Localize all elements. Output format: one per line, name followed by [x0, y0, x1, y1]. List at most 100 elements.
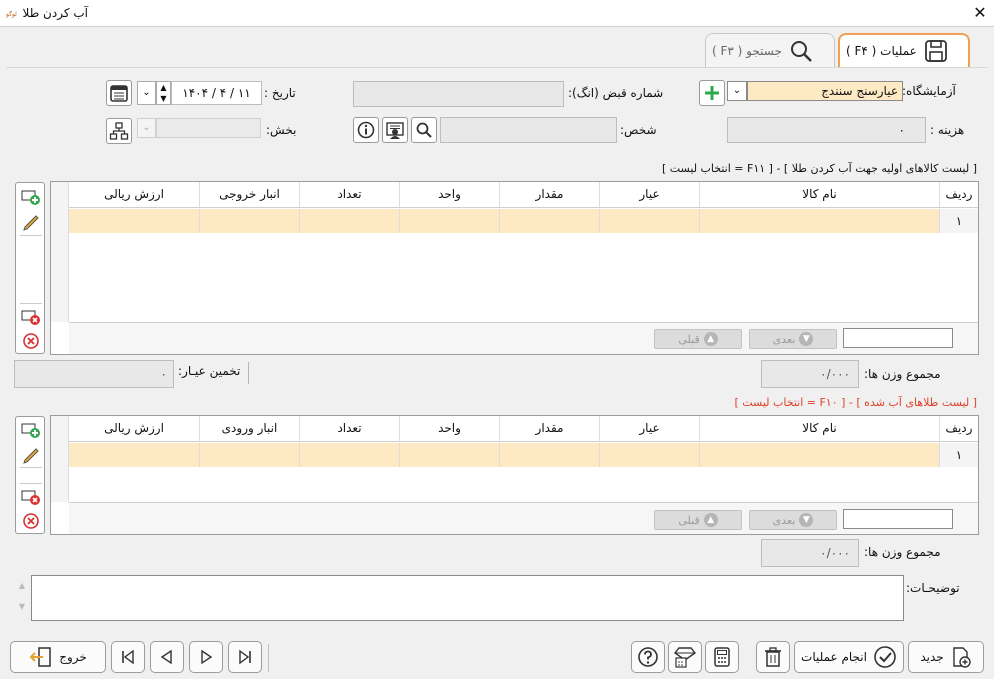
notes-textarea[interactable] [31, 575, 904, 621]
person-field[interactable] [440, 117, 617, 143]
lab-dropdown-chevron-icon[interactable]: ⌄ [727, 81, 747, 101]
arrow-up-icon: ▲ [703, 513, 718, 527]
arrow-down-icon: ▼ [799, 513, 814, 527]
info-icon [357, 121, 375, 139]
plus-icon [705, 86, 719, 100]
grid2-toolbar [15, 416, 45, 534]
exit-button[interactable]: خروج [10, 641, 106, 673]
person-label: شخص: [620, 123, 657, 137]
magnifier-icon [416, 122, 432, 138]
skip-first-icon [122, 649, 134, 665]
section-field[interactable] [156, 118, 261, 138]
delete-button[interactable] [756, 641, 790, 673]
receipt-field[interactable] [353, 81, 564, 107]
grid1-add-row-icon[interactable] [21, 187, 41, 207]
grid1-clear-icon[interactable] [21, 331, 41, 351]
grid2-search-input[interactable] [843, 509, 953, 529]
grid2-col-amount: مقدار [499, 416, 599, 441]
exit-door-icon [29, 647, 51, 667]
grid2-total-weight-field: ۰/۰۰۰ [761, 539, 859, 567]
grid1-table[interactable]: ردیف نام کالا عیار مقدار واحد تعداد انبا… [50, 181, 979, 355]
date-field[interactable]: ۱۱ / ۴ / ۱۴۰۴ [171, 81, 262, 105]
notes-scrollbar[interactable]: ▲ ▼ [14, 575, 30, 621]
grid2-col-warehouse: انبار ورودی [199, 416, 299, 441]
grid1-col-karat: عیار [599, 182, 699, 207]
grid1-next-button[interactable]: ▼ بعدی [749, 329, 837, 349]
table-row[interactable]: ۱ [69, 443, 978, 467]
grid2-col-product: نام کالا [699, 416, 939, 441]
section-dropdown-chevron-icon[interactable]: ⌄ [137, 118, 156, 138]
date-label: تاریخ : [264, 86, 296, 100]
grid1-delete-row-icon[interactable] [21, 307, 41, 327]
first-record-button[interactable] [111, 641, 145, 673]
tab-search-label: جستجو ( F۳ ) [712, 43, 782, 58]
org-chart-icon [109, 122, 129, 140]
grid2-add-row-icon[interactable] [21, 420, 41, 440]
person-card-button[interactable] [382, 117, 408, 143]
grid2-prev-button[interactable]: ▲ قبلی [654, 510, 742, 530]
close-window-button[interactable]: ✕ [970, 3, 990, 23]
grid1-header: ردیف نام کالا عیار مقدار واحد تعداد انبا… [69, 182, 978, 208]
grid1-col-unit: واحد [399, 182, 499, 207]
grid1-edit-row-icon[interactable] [21, 211, 41, 231]
person-info-button[interactable] [353, 117, 379, 143]
person-card-icon [386, 122, 404, 139]
grid1-total-weight-label: مجموع وزن ها: [864, 367, 941, 381]
cost-field[interactable]: ۰ [727, 117, 926, 143]
title-bar: لوگو آب کردن طلا ✕ [0, 0, 994, 27]
tab-operations-label: عملیات ( F۴ ) [846, 44, 917, 58]
window-title: آب کردن طلا [22, 6, 88, 20]
new-button[interactable]: جدید [908, 641, 984, 673]
diamond-calculator-icon [673, 647, 697, 668]
grid2-delete-row-icon[interactable] [21, 487, 41, 507]
app-logo-icon: لوگو [6, 10, 17, 18]
estimate-label: تخمین عیـار: [178, 364, 241, 378]
table-row[interactable]: ۱ [69, 209, 978, 233]
new-document-icon [952, 647, 971, 668]
play-left-icon [160, 649, 172, 665]
org-chart-button[interactable] [106, 118, 132, 144]
lab-select[interactable]: عیارسنج سنندج [747, 81, 903, 101]
grid2-total-weight-label: مجموع وزن ها: [864, 545, 941, 559]
date-dropdown-chevron-icon[interactable]: ⌄ [137, 81, 156, 105]
notes-label: توضیحـات: [906, 581, 960, 595]
grid1-prev-button[interactable]: ▲ قبلی [654, 329, 742, 349]
grid1-col-value: ارزش ریالی [104, 187, 164, 201]
grid2-col-karat: عیار [599, 416, 699, 441]
grid2-header: ردیف نام کالا عیار مقدار واحد تعداد انبا… [69, 416, 978, 442]
grid2-next-button[interactable]: ▼ بعدی [749, 510, 837, 530]
grid2-edit-row-icon[interactable] [21, 444, 41, 464]
add-lab-button[interactable] [699, 80, 725, 106]
gold-calc-button[interactable] [668, 641, 702, 673]
calendar-button[interactable] [106, 80, 132, 106]
prev-record-button[interactable] [150, 641, 184, 673]
trash-icon [765, 647, 781, 667]
grid2-footer: ▼ بعدی ▲ قبلی [69, 502, 978, 534]
divider [248, 362, 249, 384]
check-circle-icon [874, 646, 896, 668]
next-record-button[interactable] [189, 641, 223, 673]
execute-operation-button[interactable]: انجام عملیات [794, 641, 904, 673]
calculator-button[interactable] [705, 641, 739, 673]
grid2-col-row: ردیف [939, 416, 978, 441]
grid1-col-amount: مقدار [499, 182, 599, 207]
person-search-button[interactable] [411, 117, 437, 143]
tab-operations[interactable]: عملیات ( F۴ ) [838, 33, 970, 67]
grid2-col-count: تعداد [299, 416, 399, 441]
tab-divider [6, 67, 988, 68]
lab-label: آزمایشگاه: [902, 84, 956, 98]
grid2-clear-icon[interactable] [21, 511, 41, 531]
grid1-footer: ▼ بعدی ▲ قبلی [69, 322, 978, 354]
grid1-search-input[interactable] [843, 328, 953, 348]
date-spinner[interactable]: ▲ ▼ [156, 81, 171, 105]
last-record-button[interactable] [228, 641, 262, 673]
magnifier-icon [790, 40, 812, 62]
calculator-icon [714, 647, 730, 667]
grid2-table[interactable]: ردیف نام کالا عیار مقدار واحد تعداد انبا… [50, 415, 979, 535]
arrow-down-icon: ▼ [799, 332, 814, 346]
help-button[interactable] [631, 641, 665, 673]
bottom-toolbar: جدید انجام عملیات خروج [0, 630, 994, 679]
receipt-label: شماره قبض (انگ): [568, 86, 664, 100]
tab-search[interactable]: جستجو ( F۳ ) [705, 33, 835, 67]
grid1-title: [ لیست کالاهای اولیه جهت آب کردن طلا ] -… [661, 162, 977, 175]
